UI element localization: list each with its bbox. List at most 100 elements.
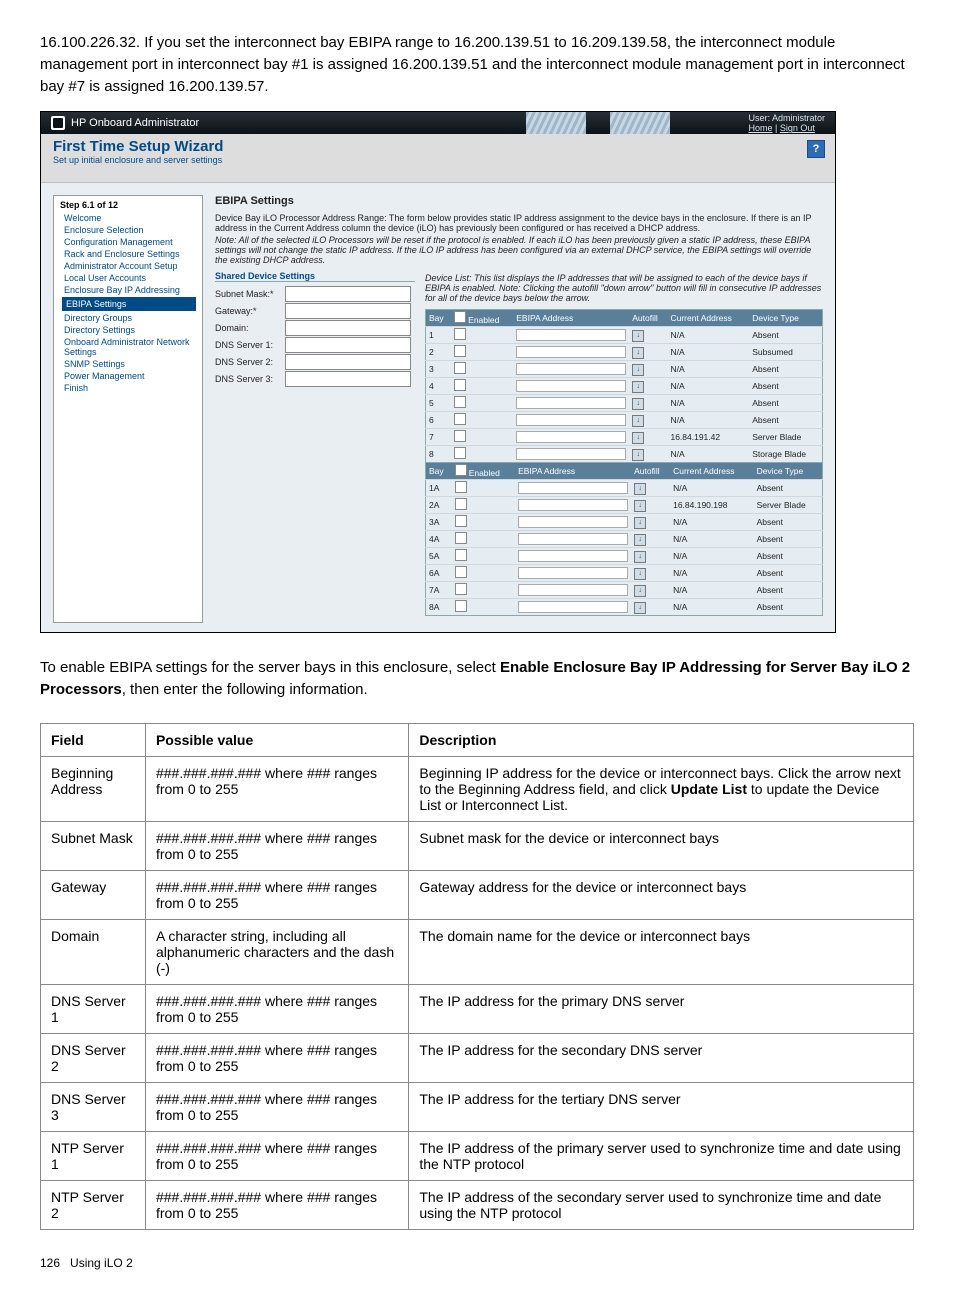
autofill-button[interactable]: ↓ <box>632 432 644 444</box>
nav-item[interactable]: SNMP Settings <box>64 359 196 369</box>
page-footer: 126 Using iLO 2 <box>40 1256 914 1270</box>
cell-field: DNS Server 3 <box>41 1082 146 1131</box>
ebipa-address-input[interactable] <box>516 397 626 409</box>
enable-checkbox[interactable] <box>454 413 466 425</box>
autofill-button[interactable]: ↓ <box>632 330 644 342</box>
col-header[interactable]: Enabled <box>452 463 515 480</box>
cell-current: N/A <box>670 480 753 497</box>
field-input[interactable] <box>285 303 411 319</box>
nav-item[interactable]: Welcome <box>64 213 196 223</box>
field-input[interactable] <box>285 286 411 302</box>
ebipa-address-input[interactable] <box>516 329 626 341</box>
autofill-button[interactable]: ↓ <box>634 551 646 563</box>
nav-item[interactable]: EBIPA Settings <box>62 297 196 311</box>
nav-item[interactable]: Rack and Enclosure Settings <box>64 249 196 259</box>
ebipa-address-input[interactable] <box>518 601 628 613</box>
ebipa-address-input[interactable] <box>518 584 628 596</box>
enable-checkbox[interactable] <box>454 379 466 391</box>
enable-checkbox[interactable] <box>455 566 467 578</box>
enable-checkbox[interactable] <box>454 362 466 374</box>
ebipa-address-input[interactable] <box>518 550 628 562</box>
cell-bay: 5A <box>426 548 452 565</box>
nav-item[interactable]: Directory Settings <box>64 325 196 335</box>
ebipa-address-input[interactable] <box>518 567 628 579</box>
enable-checkbox[interactable] <box>454 345 466 357</box>
autofill-button[interactable]: ↓ <box>634 602 646 614</box>
ebipa-address-input[interactable] <box>516 431 626 443</box>
enable-checkbox[interactable] <box>455 515 467 527</box>
enable-checkbox[interactable] <box>454 430 466 442</box>
wizard-nav: Step 6.1 of 12 Welcome Enclosure Selectio… <box>53 195 203 623</box>
nav-item[interactable]: Enclosure Bay IP Addressing <box>64 285 196 295</box>
autofill-button[interactable]: ↓ <box>632 364 644 376</box>
table-row: 8A↓N/AAbsent <box>426 599 823 616</box>
nav-item[interactable]: Local User Accounts <box>64 273 196 283</box>
field-input[interactable] <box>285 337 411 353</box>
cell-current: N/A <box>667 412 749 429</box>
nav-item[interactable]: Onboard Administrator Network Settings <box>64 337 196 357</box>
autofill-button[interactable]: ↓ <box>634 568 646 580</box>
fields-col-header: Description <box>409 723 914 756</box>
autofill-button[interactable]: ↓ <box>632 381 644 393</box>
ebipa-address-input[interactable] <box>516 346 626 358</box>
cell-bay: 4A <box>426 531 452 548</box>
nav-item[interactable]: Configuration Management <box>64 237 196 247</box>
enable-checkbox[interactable] <box>454 447 466 459</box>
autofill-button[interactable]: ↓ <box>634 517 646 529</box>
ebipa-address-input[interactable] <box>516 448 626 460</box>
nav-item[interactable]: Finish <box>64 383 196 393</box>
cell-field: NTP Server 1 <box>41 1131 146 1180</box>
autofill-button[interactable]: ↓ <box>632 398 644 410</box>
field-input[interactable] <box>285 354 411 370</box>
autofill-button[interactable]: ↓ <box>632 347 644 359</box>
autofill-button[interactable]: ↓ <box>632 449 644 461</box>
cell-bay: 2 <box>426 344 452 361</box>
fields-table: FieldPossible valueDescription Beginning… <box>40 723 914 1230</box>
ebipa-address-input[interactable] <box>516 380 626 392</box>
autofill-button[interactable]: ↓ <box>634 500 646 512</box>
enable-checkbox[interactable] <box>454 328 466 340</box>
nav-item[interactable]: Power Management <box>64 371 196 381</box>
enable-checkbox[interactable] <box>455 498 467 510</box>
field-input[interactable] <box>285 320 411 336</box>
nav-item[interactable]: Administrator Account Setup <box>64 261 196 271</box>
autofill-button[interactable]: ↓ <box>634 534 646 546</box>
step-label: Step 6.1 of 12 <box>60 200 196 210</box>
col-header: EBIPA Address <box>513 310 629 327</box>
ebipa-address-input[interactable] <box>516 363 626 375</box>
autofill-button[interactable]: ↓ <box>634 585 646 597</box>
ebipa-address-input[interactable] <box>518 499 628 511</box>
autofill-button[interactable]: ↓ <box>632 415 644 427</box>
section-name: Using iLO 2 <box>70 1256 133 1270</box>
cell-bay: 4 <box>426 378 452 395</box>
cell-current: N/A <box>667 395 749 412</box>
col-header[interactable]: Enabled <box>451 310 513 327</box>
field-input[interactable] <box>285 371 411 387</box>
cell-type: Absent <box>754 480 823 497</box>
cell-type: Absent <box>754 565 823 582</box>
enable-checkbox[interactable] <box>455 549 467 561</box>
enable-checkbox[interactable] <box>455 583 467 595</box>
cell-type: Server Blade <box>754 497 823 514</box>
main-panel: EBIPA Settings Device Bay iLO Processor … <box>215 195 823 623</box>
enable-checkbox[interactable] <box>455 481 467 493</box>
col-header: Device Type <box>754 463 823 480</box>
signout-link[interactable]: Sign Out <box>780 123 815 133</box>
cell-bay: 6A <box>426 565 452 582</box>
enable-checkbox[interactable] <box>455 600 467 612</box>
cell-current: 16.84.191.42 <box>667 429 749 446</box>
enable-checkbox[interactable] <box>455 532 467 544</box>
nav-item[interactable]: Directory Groups <box>64 313 196 323</box>
fields-row: NTP Server 2###.###.###.### where ### ra… <box>41 1180 914 1229</box>
help-button[interactable]: ? <box>807 140 825 158</box>
ebipa-address-input[interactable] <box>518 482 628 494</box>
ebipa-address-input[interactable] <box>518 533 628 545</box>
nav-item[interactable]: Enclosure Selection <box>64 225 196 235</box>
ebipa-address-input[interactable] <box>516 414 626 426</box>
cell-value: ###.###.###.### where ### ranges from 0 … <box>145 984 408 1033</box>
home-link[interactable]: Home <box>748 123 772 133</box>
ebipa-address-input[interactable] <box>518 516 628 528</box>
fields-row: DNS Server 2###.###.###.### where ### ra… <box>41 1033 914 1082</box>
autofill-button[interactable]: ↓ <box>634 483 646 495</box>
enable-checkbox[interactable] <box>454 396 466 408</box>
